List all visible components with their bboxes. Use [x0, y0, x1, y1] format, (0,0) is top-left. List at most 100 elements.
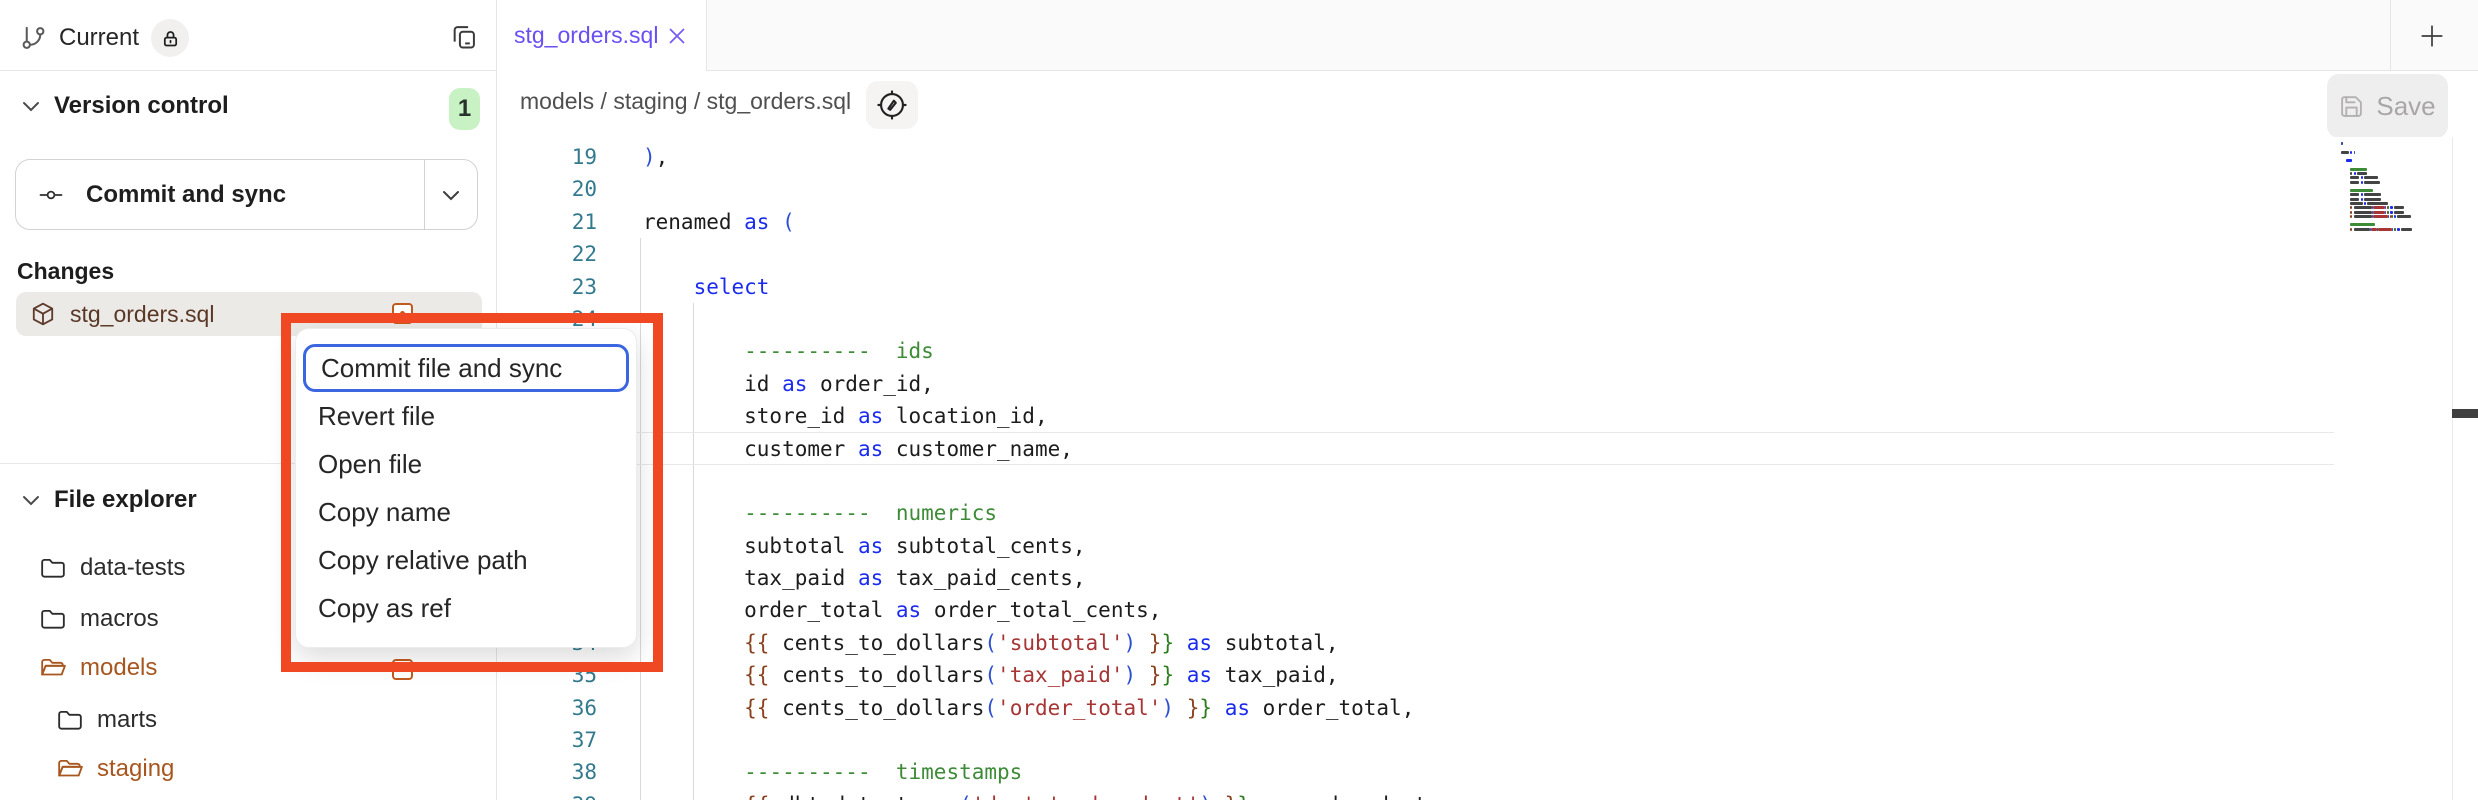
chevron-down-icon: [22, 494, 40, 506]
editor-toolbar: models / staging / stg_orders.sql: [497, 71, 2478, 137]
tabbar-separator: [2390, 0, 2391, 70]
code-line: [643, 465, 1427, 497]
git-branch-icon: [20, 23, 47, 53]
chevron-down-icon: [22, 100, 40, 112]
code-line: ),: [643, 141, 1427, 173]
minimap-line: [2333, 193, 2452, 196]
minimap-line: [2333, 142, 2452, 145]
code-line: tax_paid as tax_paid_cents,: [643, 562, 1427, 594]
file-tree-item-label: models: [80, 654, 157, 682]
code-editor[interactable]: 1920212223242526272829303132333435363738…: [497, 137, 2478, 800]
minimap-line: [2333, 168, 2452, 171]
model-cube-icon: [30, 301, 56, 327]
folder-open-icon: [57, 757, 83, 781]
tab-stg-orders[interactable]: stg_orders.sql: [497, 0, 707, 71]
indent-guide: [640, 238, 641, 800]
line-number: 36: [497, 692, 597, 724]
changes-count-badge: 1: [449, 88, 480, 130]
code-line: id as order_id,: [643, 368, 1427, 400]
main-area: stg_orders.sql models / staging / stg_or…: [497, 0, 2478, 800]
changes-section-title: Changes: [17, 258, 114, 285]
minimap-scroll-strip[interactable]: [2452, 137, 2478, 800]
code-line: {{ cents_to_dollars('order_total') }} as…: [643, 692, 1427, 724]
minimap-line: [2333, 189, 2452, 192]
new-tab-button[interactable]: [2413, 17, 2451, 55]
minimap-line: [2333, 215, 2452, 218]
file-tree-item-models[interactable]: models: [0, 647, 537, 689]
close-tab-icon[interactable]: [668, 27, 686, 45]
file-explorer-title: File explorer: [54, 486, 197, 514]
lock-icon: [160, 28, 181, 49]
file-tree-item-label: data-tests: [80, 554, 185, 582]
file-tree-item-staging[interactable]: staging: [0, 748, 554, 790]
context-menu-item-copy-relative-path[interactable]: Copy relative path: [303, 536, 629, 584]
minimap-line: [2333, 172, 2452, 175]
branch-name: Current: [59, 24, 139, 52]
line-number: 35: [497, 659, 597, 691]
commit-and-sync-label: Commit and sync: [86, 181, 286, 209]
minimap-line: [2333, 202, 2452, 205]
minimap[interactable]: [2333, 137, 2452, 800]
minimap-line: [2333, 181, 2452, 184]
file-context-menu: Commit file and syncRevert fileOpen file…: [295, 328, 637, 648]
code-line: {{ cents_to_dollars('subtotal') }} as su…: [643, 627, 1427, 659]
commit-and-sync-button[interactable]: Commit and sync: [15, 159, 478, 230]
code-content: ), renamed as ( select ---------- ids id …: [643, 141, 1427, 800]
version-control-header[interactable]: Version control: [0, 92, 229, 120]
save-button[interactable]: Save: [2327, 74, 2448, 138]
file-tree-item-label: staging: [97, 755, 174, 783]
minimap-line: [2333, 151, 2452, 154]
changed-file-name: stg_orders.sql: [70, 301, 214, 328]
code-line: select: [643, 271, 1427, 303]
file-tree-item-marts[interactable]: marts: [0, 699, 554, 741]
folder-icon: [40, 607, 66, 631]
line-number: 21: [497, 206, 597, 238]
lineage-compass-icon: [876, 89, 908, 121]
file-tree-item-label: macros: [80, 605, 159, 633]
modified-indicator-icon: [392, 659, 413, 680]
code-line: order_total as order_total_cents,: [643, 594, 1427, 626]
lineage-button[interactable]: [866, 81, 918, 129]
plus-icon: [2419, 23, 2445, 49]
minimap-scroll-marker[interactable]: [2452, 409, 2478, 418]
code-line: subtotal as subtotal_cents,: [643, 530, 1427, 562]
minimap-line: [2333, 219, 2452, 222]
line-number: 20: [497, 173, 597, 205]
minimap-line: [2333, 228, 2452, 231]
save-label: Save: [2376, 91, 2435, 122]
minimap-line: [2333, 198, 2452, 201]
code-line: [643, 303, 1427, 335]
code-line: {{ cents_to_dollars('tax_paid') }} as ta…: [643, 659, 1427, 691]
git-commit-icon: [34, 183, 68, 207]
context-menu-item-copy-as-ref[interactable]: Copy as ref: [303, 584, 629, 632]
minimap-line: [2333, 176, 2452, 179]
code-line: ---------- ids: [643, 335, 1427, 367]
line-number: 23: [497, 271, 597, 303]
code-line: ---------- numerics: [643, 497, 1427, 529]
minimap-line: [2333, 146, 2452, 149]
tab-label: stg_orders.sql: [514, 22, 658, 49]
minimap-line: [2333, 206, 2452, 209]
breadcrumb: models / staging / stg_orders.sql: [520, 88, 851, 115]
minimap-line: [2333, 155, 2452, 158]
code-line: [643, 173, 1427, 205]
folder-open-icon: [40, 656, 66, 680]
code-line: renamed as (: [643, 206, 1427, 238]
context-menu-item-copy-name[interactable]: Copy name: [303, 488, 629, 536]
context-menu-item-revert-file[interactable]: Revert file: [303, 392, 629, 440]
code-line: customer as customer_name,: [643, 433, 1427, 465]
file-explorer-header[interactable]: File explorer: [0, 486, 197, 514]
copy-branch-icon[interactable]: [450, 22, 478, 52]
folder-icon: [57, 708, 83, 732]
line-number: 39: [497, 789, 597, 800]
context-menu-item-commit-file-and-sync[interactable]: Commit file and sync: [303, 344, 629, 392]
code-line: [643, 238, 1427, 270]
commit-options-dropdown[interactable]: [424, 160, 477, 229]
branch-bar: Current: [0, 0, 496, 71]
file-tree-item-label: marts: [97, 706, 157, 734]
line-number: 22: [497, 238, 597, 270]
code-line: store_id as location_id,: [643, 400, 1427, 432]
branch-lock-badge: [151, 19, 189, 57]
line-number: 37: [497, 724, 597, 756]
context-menu-item-open-file[interactable]: Open file: [303, 440, 629, 488]
